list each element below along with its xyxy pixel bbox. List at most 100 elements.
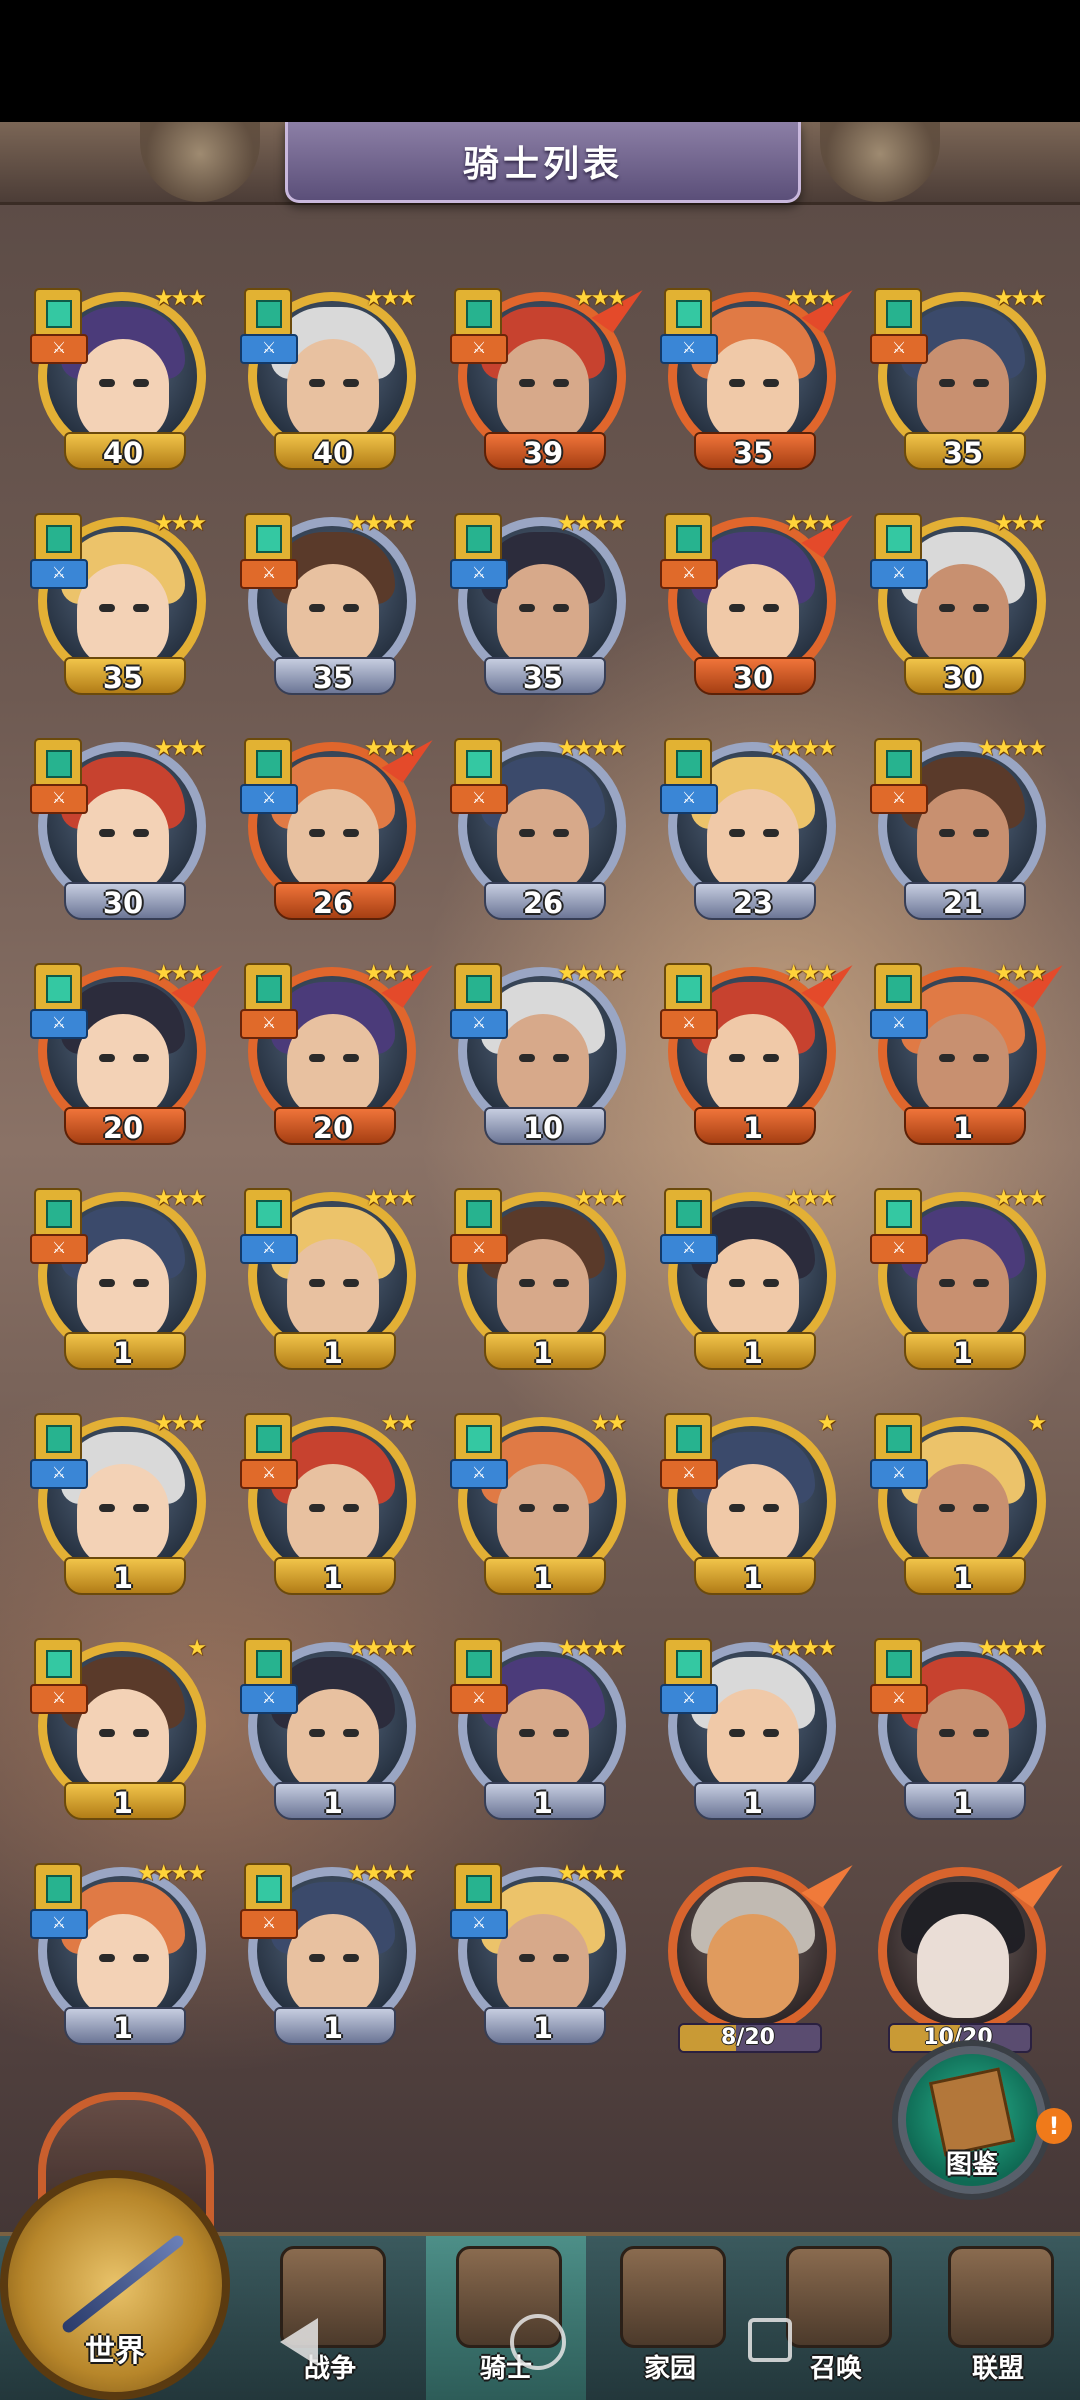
knight-card[interactable]: ⚔ ★★★ 1 [20,1182,210,1382]
knight-card[interactable]: ⚔ ★★★★ 1 [650,1632,840,1832]
class-icon [244,288,292,338]
star-rating: ★★★★ [557,1861,627,1886]
weapon-icon: ⚔ [660,1684,718,1714]
knight-eye [133,1504,149,1512]
knight-level: 1 [322,1561,344,1595]
knight-face [77,339,169,443]
handbook-button[interactable]: 图鉴 [898,2046,1046,2194]
class-icon-mark [886,525,912,553]
recent-apps-icon[interactable] [748,2318,792,2362]
knight-eye [729,1054,745,1062]
knight-card[interactable]: ⚔ ★★★ 1 [650,950,853,1157]
knight-card[interactable]: ⚔ ★★ 1 [230,1407,420,1607]
locked-knight-card[interactable]: 8/20 [650,1850,853,2057]
knight-card[interactable]: ⚔ ★★ 1 [440,1407,630,1607]
star-rating: ★ [187,1636,207,1661]
knight-face [497,1689,589,1793]
knight-card[interactable]: ⚔ ★★★ 1 [230,1182,420,1382]
knight-eye [973,1054,989,1062]
knight-face [917,789,1009,893]
class-icon [244,738,292,788]
star-rating: ★★★ [783,511,837,536]
knight-card[interactable]: ⚔ ★★★ 40 [230,282,420,482]
class-icon [34,288,82,338]
knight-eye [939,1279,955,1287]
knight-card[interactable]: ⚔ ★★★★ 1 [860,1632,1050,1832]
knight-card[interactable]: ⚔ ★★★ 30 [860,507,1050,707]
knight-card[interactable]: ⚔ ★ 1 [650,1407,840,1607]
knight-card[interactable]: ⚔ ★★★★ 23 [650,732,840,932]
knight-card[interactable]: ⚔ ★★★★ 1 [230,1857,420,2057]
knight-card[interactable]: ⚔ ★★★ 35 [650,275,853,482]
knight-face [707,1239,799,1343]
knight-card[interactable]: ⚔ ★★★★ 1 [20,1857,210,2057]
knight-level: 1 [532,1561,554,1595]
knight-card[interactable]: ⚔ ★★★ 35 [20,507,210,707]
class-icon-mark [886,300,912,328]
knight-card[interactable]: ⚔ ★★★★ 1 [440,1857,630,2057]
knight-card[interactable]: ⚔ ★★★★ 10 [440,957,630,1157]
knight-eye [99,1279,115,1287]
knight-card[interactable]: ⚔ ★★★ 1 [860,950,1063,1157]
knight-card[interactable]: ⚔ ★★★ 39 [440,275,643,482]
star-rating: ★★★★ [557,511,627,536]
knight-card[interactable]: ⚔ ★★★ 30 [650,500,853,707]
home-icon[interactable] [510,2314,566,2370]
knight-level: 35 [522,661,564,695]
star-rating: ★★★ [153,511,207,536]
class-icon-mark [676,1425,702,1453]
knight-card[interactable]: ⚔ ★★★★ 35 [440,507,630,707]
knight-level: 26 [522,886,564,920]
back-icon[interactable] [280,2318,318,2366]
knight-eye [133,1279,149,1287]
weapon-icon: ⚔ [450,559,508,589]
knight-level: 1 [112,2011,134,2045]
knight-card[interactable]: ⚔ ★★★★ 21 [860,732,1050,932]
star-rating: ★★★ [993,961,1047,986]
knight-eye [519,604,535,612]
knight-card[interactable]: ⚔ ★ 1 [20,1632,210,1832]
knight-card[interactable]: ⚔ ★★★ 20 [230,950,433,1157]
class-icon-mark [46,1650,72,1678]
knight-card[interactable]: ⚔ ★ 1 [860,1407,1050,1607]
class-icon [664,288,712,338]
knight-eye [553,1279,569,1287]
knight-card[interactable]: ⚔ ★★★ 1 [20,1407,210,1607]
knight-face [287,1689,379,1793]
knight-card[interactable]: ⚔ ★★★ 1 [440,1182,630,1382]
knight-card[interactable]: ⚔ ★★★ 30 [20,732,210,932]
class-icon-mark [676,525,702,553]
class-icon [34,738,82,788]
weapon-icon: ⚔ [660,1009,718,1039]
knight-eye [553,1054,569,1062]
knight-level: 30 [942,661,984,695]
knight-card[interactable]: ⚔ ★★★★ 1 [230,1632,420,1832]
star-rating: ★★★★ [347,1636,417,1661]
knight-card[interactable]: ⚔ ★★★ 1 [860,1182,1050,1382]
locked-knight-card[interactable]: 10/20 [860,1850,1063,2057]
knight-face [287,1914,379,2018]
knight-eye [939,1504,955,1512]
weapon-icon: ⚔ [30,1234,88,1264]
knight-card[interactable]: ⚔ ★★★ 1 [650,1182,840,1382]
knight-card[interactable]: ⚔ ★★★★ 1 [440,1632,630,1832]
knight-eye [133,1954,149,1962]
class-icon [664,1413,712,1463]
knight-face [917,1689,1009,1793]
knight-card[interactable]: ⚔ ★★★ 20 [20,950,223,1157]
knight-eye [973,829,989,837]
knight-card[interactable]: ⚔ ★★★ 35 [860,282,1050,482]
class-icon-mark [256,1875,282,1903]
knight-card[interactable]: ⚔ ★★★ 40 [20,282,210,482]
knight-eye [343,1954,359,1962]
knight-eye [343,1729,359,1737]
weapon-icon: ⚔ [660,1234,718,1264]
knight-card[interactable]: ⚔ ★★★★ 26 [440,732,630,932]
knight-level: 20 [102,1111,144,1145]
knight-eye [133,1054,149,1062]
knight-card[interactable]: ⚔ ★★★★ 35 [230,507,420,707]
class-icon-mark [886,1425,912,1453]
weapon-icon: ⚔ [660,1459,718,1489]
class-icon [664,513,712,563]
knight-card[interactable]: ⚔ ★★★ 26 [230,725,433,932]
